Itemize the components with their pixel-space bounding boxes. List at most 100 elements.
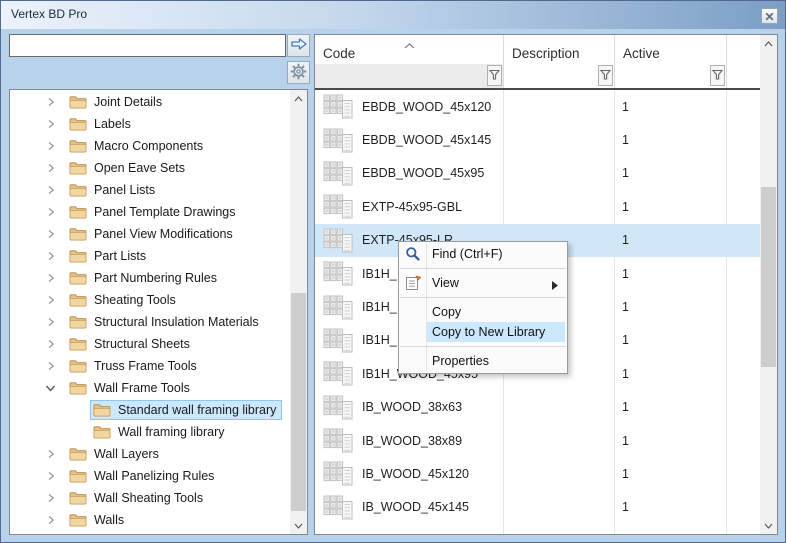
table-row[interactable]: IB_WOOD_38x631: [315, 391, 760, 424]
sort-asc-caret-icon: [404, 37, 415, 52]
tree-item-selection: Panel Lists: [66, 180, 161, 200]
column-header-active[interactable]: Active: [615, 35, 727, 64]
chevron-down-icon[interactable]: [290, 517, 307, 534]
menu-separator: [399, 342, 567, 351]
chevron-right-icon[interactable]: [45, 119, 56, 130]
chevron-right-icon[interactable]: [45, 493, 56, 504]
tree-item-open-eave-sets[interactable]: Open Eave Sets: [10, 157, 290, 179]
tree-item-structural-sheets[interactable]: Structural Sheets: [10, 333, 290, 355]
filter-button-code[interactable]: [487, 65, 502, 86]
table-scrollbar[interactable]: [760, 35, 777, 534]
library-item-icon: [323, 461, 353, 486]
cell-active: 1: [614, 400, 726, 414]
folder-icon: [69, 381, 87, 395]
chevron-right-icon[interactable]: [45, 471, 56, 482]
tree-scrollbar[interactable]: [290, 90, 307, 534]
tree-item-wall-frame-tools[interactable]: Wall Frame Tools: [10, 377, 290, 399]
tree-item-panel-lists[interactable]: Panel Lists: [10, 179, 290, 201]
tree-item-label: Sheating Tools: [94, 293, 176, 307]
tree-item-sheating-tools[interactable]: Sheating Tools: [10, 289, 290, 311]
cell-active: 1: [614, 166, 726, 180]
tree-item-part-numbering-rules[interactable]: Part Numbering Rules: [10, 267, 290, 289]
tree-item-panel-template-drawings[interactable]: Panel Template Drawings: [10, 201, 290, 223]
chevron-down-icon[interactable]: [45, 383, 56, 394]
tree-item-labels[interactable]: Labels: [10, 113, 290, 135]
chevron-down-icon[interactable]: [760, 517, 777, 534]
table-row[interactable]: IB_WOOD_45x1201: [315, 457, 760, 490]
cell-code: IB_WOOD_45x145: [362, 500, 503, 514]
table-row[interactable]: EBDB_WOOD_45x1451: [315, 123, 760, 156]
chevron-right-icon[interactable]: [45, 317, 56, 328]
filter-button-description[interactable]: [598, 65, 613, 86]
chevron-right-icon[interactable]: [45, 185, 56, 196]
filter-cell-description[interactable]: [504, 64, 615, 88]
menu-item-copy[interactable]: Copy: [399, 302, 567, 322]
tree-item-joint-details[interactable]: Joint Details: [10, 91, 290, 113]
table-row[interactable]: IB_WOOD_38x891: [315, 424, 760, 457]
filter-cell-active[interactable]: [615, 64, 727, 88]
search-icon: [404, 246, 422, 262]
table-row[interactable]: EBDB_WOOD_45x951: [315, 157, 760, 190]
chevron-right-icon[interactable]: [45, 229, 56, 240]
tree-item-truss-frame-tools[interactable]: Truss Frame Tools: [10, 355, 290, 377]
folder-icon: [69, 271, 87, 285]
chevron-up-icon[interactable]: [760, 35, 777, 52]
tree-item-selection: Part Lists: [66, 246, 152, 266]
tree-item-macro-components[interactable]: Macro Components: [10, 135, 290, 157]
tree-item-structural-insulation-materials[interactable]: Structural Insulation Materials: [10, 311, 290, 333]
menu-item-copy-to-new-library[interactable]: Copy to New Library: [399, 322, 567, 342]
table-row[interactable]: EBDB_WOOD_45x1201: [315, 90, 760, 123]
filter-cell-code[interactable]: [315, 64, 504, 88]
menu-item-label: Find (Ctrl+F): [432, 247, 503, 261]
tree-item-walls[interactable]: Walls: [10, 509, 290, 531]
folder-icon: [69, 491, 87, 505]
funnel-icon: [489, 68, 500, 83]
table-row[interactable]: EXTP-45x95-GBL1: [315, 190, 760, 223]
chevron-right-icon[interactable]: [45, 515, 56, 526]
tree-item-selection: Macro Components: [66, 136, 209, 156]
chevron-right-icon[interactable]: [45, 141, 56, 152]
chevron-right-icon[interactable]: [45, 207, 56, 218]
folder-icon: [93, 403, 111, 417]
tree-scrollbar-thumb[interactable]: [291, 293, 306, 511]
chevron-right-icon[interactable]: [45, 273, 56, 284]
search-input[interactable]: [9, 34, 286, 57]
settings-button[interactable]: [287, 61, 310, 84]
menu-item-properties[interactable]: Properties: [399, 351, 567, 371]
chevron-right-icon[interactable]: [45, 361, 56, 372]
column-header-code[interactable]: Code: [315, 35, 504, 64]
table-row[interactable]: IB_WOOD_45x1451: [315, 491, 760, 524]
column-header-empty: [727, 35, 760, 64]
table-scrollbar-thumb[interactable]: [761, 187, 776, 367]
menu-item-find-ctrl-f[interactable]: Find (Ctrl+F): [399, 244, 567, 264]
chevron-right-icon[interactable]: [45, 163, 56, 174]
tree-item-label: Wall Sheating Tools: [94, 491, 203, 505]
gear-icon: [290, 63, 307, 83]
tree-item-label: Part Lists: [94, 249, 146, 263]
chevron-right-icon[interactable]: [45, 97, 56, 108]
tree-item-wall-panelizing-rules[interactable]: Wall Panelizing Rules: [10, 465, 290, 487]
tree-item-wall-layers[interactable]: Wall Layers: [10, 443, 290, 465]
tree-item-label: Wall Panelizing Rules: [94, 469, 214, 483]
menu-item-view[interactable]: View: [399, 273, 567, 293]
tree-item-panel-view-modifications[interactable]: Panel View Modifications: [10, 223, 290, 245]
tree-item-part-lists[interactable]: Part Lists: [10, 245, 290, 267]
chevron-right-icon[interactable]: [45, 251, 56, 262]
title-bar: Vertex BD Pro: [1, 1, 785, 29]
tree-item-selection: Sheating Tools: [66, 290, 182, 310]
search-go-button[interactable]: [287, 34, 310, 57]
tree-item-wall-sheating-tools[interactable]: Wall Sheating Tools: [10, 487, 290, 509]
column-header-description[interactable]: Description: [504, 35, 615, 64]
tree-item-standard-wall-framing-library[interactable]: Standard wall framing library: [10, 399, 290, 421]
filter-button-active[interactable]: [710, 65, 725, 86]
folder-icon: [69, 183, 87, 197]
cell-code: EXTP-45x95-GBL: [362, 200, 503, 214]
chevron-right-icon[interactable]: [45, 449, 56, 460]
close-button[interactable]: [761, 8, 778, 24]
tree-item-label: Labels: [94, 117, 131, 131]
tree-item-wall-framing-library[interactable]: Wall framing library: [10, 421, 290, 443]
chevron-right-icon[interactable]: [45, 339, 56, 350]
chevron-right-icon[interactable]: [45, 295, 56, 306]
chevron-up-icon[interactable]: [290, 90, 307, 107]
tree-item-selection: Structural Insulation Materials: [66, 312, 265, 332]
